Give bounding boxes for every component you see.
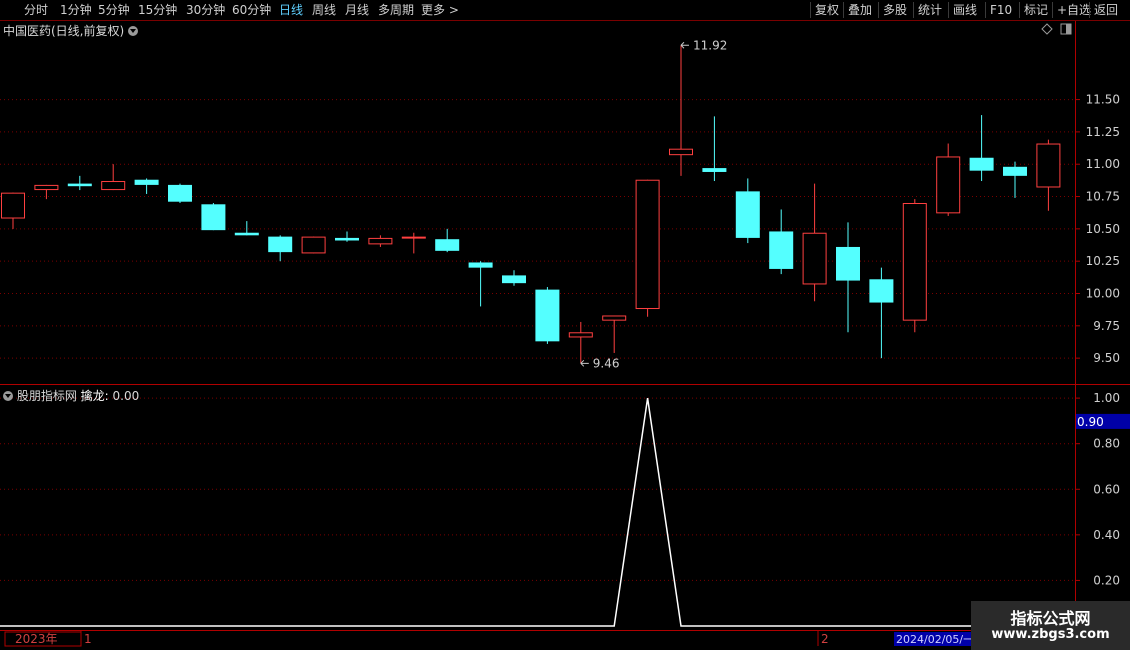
stock-title: 中国医药(日线,前复权) (3, 24, 125, 38)
indicator-tick-label: 0.80 (1093, 437, 1120, 451)
time-label-1: 1 (84, 632, 92, 646)
indicator-dropdown-icon[interactable] (3, 391, 13, 401)
candle-body-up (1036, 143, 1061, 188)
candle-body-down (735, 191, 760, 238)
indicator-tick-label: 0.20 (1093, 573, 1120, 587)
price-tick-label: 11.00 (1086, 157, 1120, 171)
high-marker (680, 41, 689, 49)
candle-body-down (201, 204, 226, 231)
indicator-line (0, 398, 1075, 627)
candle-body-up (401, 236, 426, 239)
time-label-2: 2 (821, 632, 829, 646)
indicator-tick-label: 0.40 (1093, 528, 1120, 542)
watermark: 指标公式网 www.zbgs3.com (971, 601, 1130, 650)
candle-body-up (602, 315, 627, 321)
low-marker (580, 359, 589, 367)
price-tick-label: 11.25 (1086, 125, 1120, 139)
candle-body-down (335, 237, 359, 241)
candle-body-down (769, 231, 794, 269)
current-value-label: 0.90 (1077, 415, 1104, 429)
panel-toggle-icon-fill (1066, 24, 1071, 34)
candle-body-up (936, 156, 961, 214)
candle-body-up (1, 192, 25, 219)
candle-body-down (702, 168, 727, 172)
candle-body-up (101, 181, 126, 191)
candle-body-up (301, 236, 326, 254)
watermark-title: 指标公式网 (1010, 609, 1091, 628)
candle-body-down (869, 279, 894, 303)
candle-body-down (535, 289, 560, 342)
low-price-label: 9.46 (593, 356, 620, 370)
cursor-date-label: 2024/02/05/一 (896, 633, 974, 646)
candle-body-up (669, 148, 693, 156)
candle-body-up (635, 179, 660, 310)
candle-body-up (368, 237, 393, 245)
main-panel-title: 中国医药(日线,前复权) (3, 22, 139, 39)
high-price-label: 11.92 (693, 38, 727, 52)
indicator-name: 擒龙: (80, 389, 109, 403)
year-label: 2023年 (15, 632, 58, 646)
price-tick-label: 10.50 (1086, 222, 1120, 236)
indicator-source: 股朋指标网 (16, 389, 77, 403)
indicator-panel-title: 股朋指标网 擒龙: 0.00 (3, 387, 139, 404)
chart-stage: 11.5011.2511.0010.7510.5010.2510.009.759… (0, 21, 1130, 650)
indicator-tick-label: 0.60 (1093, 482, 1120, 496)
candle-body-down (502, 275, 526, 284)
price-tick-label: 11.50 (1086, 93, 1120, 107)
price-tick-label: 9.50 (1093, 351, 1120, 365)
candle-body-down (268, 236, 293, 253)
candle-body-up (568, 332, 593, 338)
candle-body-up (802, 232, 827, 285)
price-tick-label: 10.25 (1086, 254, 1120, 268)
indicator-value: 0.00 (112, 389, 140, 403)
candle-body-up (34, 184, 59, 191)
price-tick-label: 9.75 (1093, 319, 1120, 333)
diamond-icon[interactable] (1041, 23, 1053, 35)
candle-body-down (134, 179, 159, 185)
indicator-tick-label: 1.00 (1093, 391, 1120, 405)
price-tick-label: 10.75 (1086, 190, 1120, 204)
candle-body-down (1003, 166, 1027, 176)
candle-body-down (168, 184, 192, 202)
price-tick-label: 10.00 (1086, 287, 1120, 301)
candle-body-down (234, 232, 259, 236)
candle-body-down (468, 262, 493, 268)
dropdown-circle-icon[interactable] (128, 26, 139, 36)
candle-body-down (969, 157, 994, 171)
candle-body-down (67, 183, 92, 187)
candle-body-down (836, 246, 860, 281)
candle-body-up (902, 203, 927, 321)
candle-body-down (435, 239, 460, 251)
watermark-url: www.zbgs3.com (991, 627, 1110, 642)
